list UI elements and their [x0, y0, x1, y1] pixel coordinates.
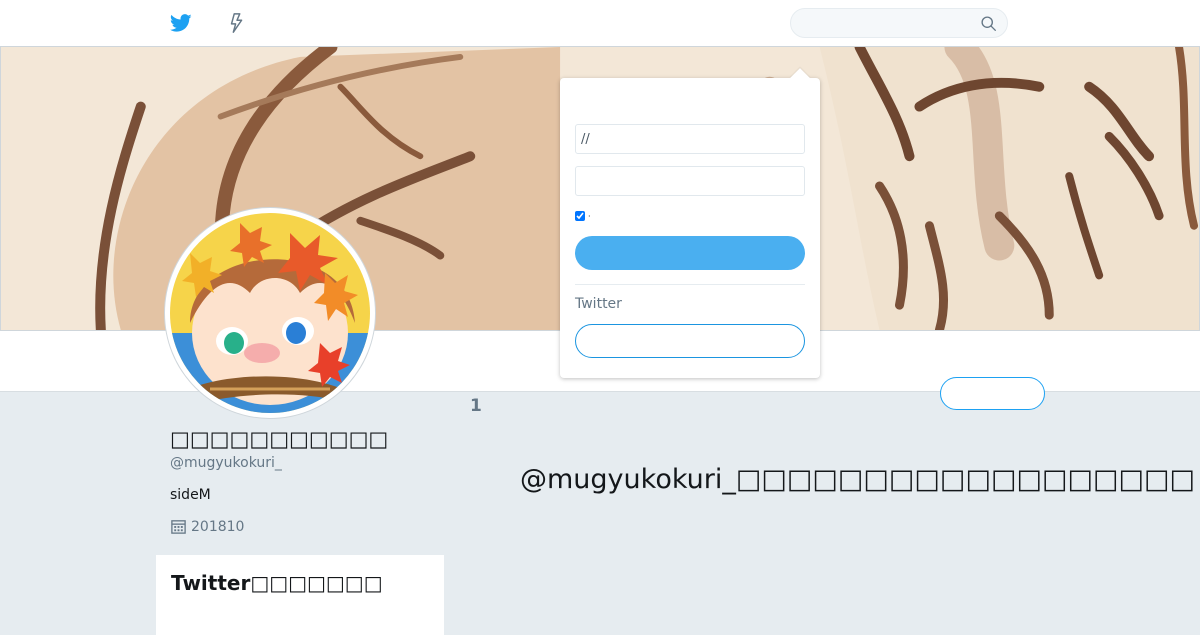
profile-display-name[interactable]: □□□□□□□□□□□ [170, 427, 388, 451]
profile-bio: sideM [170, 487, 211, 503]
joined-date-text: 201810 [191, 518, 245, 535]
signup-button[interactable] [575, 324, 805, 358]
profile-stat-count[interactable]: 1 [470, 396, 482, 416]
password-field[interactable] [575, 166, 805, 196]
search-box [790, 8, 1008, 38]
twitter-bird-icon[interactable] [170, 12, 192, 34]
profile-handle[interactable]: @mugyukokuri_ [170, 455, 282, 471]
top-navigation [0, 0, 1200, 47]
search-icon[interactable] [980, 15, 997, 32]
calendar-icon [170, 518, 187, 535]
remember-me-checkbox[interactable] [575, 211, 585, 221]
remember-me-label: · [588, 211, 591, 221]
follow-button[interactable] [940, 377, 1045, 410]
signup-card-title: Twitter□□□□□□□ [171, 571, 383, 595]
signup-card: Twitter□□□□□□□ [156, 555, 444, 635]
remember-me-row[interactable]: · [575, 211, 591, 221]
timeline-empty-message: @mugyukokuri_□□□□□□□□□□□□□□□□□□ [520, 464, 1196, 495]
username-field[interactable] [575, 124, 805, 154]
profile-avatar[interactable] [165, 208, 375, 418]
search-input[interactable] [803, 14, 977, 34]
signup-prompt: Twitter [575, 296, 622, 312]
login-button[interactable] [575, 236, 805, 270]
joined-date: 201810 [170, 518, 244, 535]
login-popover: · Twitter [560, 68, 820, 378]
lightning-icon[interactable] [226, 12, 248, 34]
popover-divider [575, 284, 805, 285]
